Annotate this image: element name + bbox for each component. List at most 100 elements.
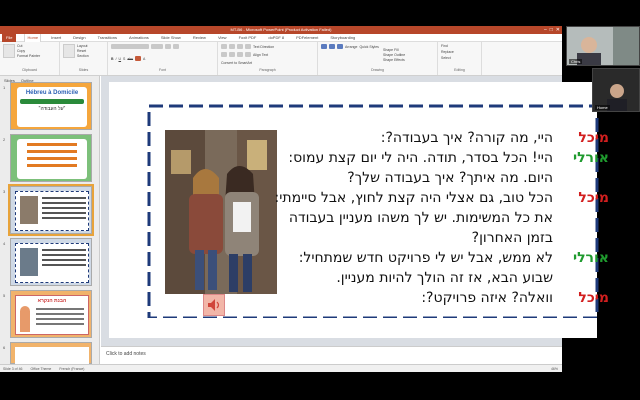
quick-styles-button[interactable]: Quick Styles <box>359 45 378 49</box>
slide-thumbnail[interactable]: 5 הבנת הנקרא <box>3 290 92 338</box>
smartart-button[interactable]: Convert to SmartArt <box>221 61 252 65</box>
align-right-icon[interactable] <box>237 52 243 58</box>
notes-pane[interactable]: Click to add notes <box>101 346 562 364</box>
tab-storyboarding[interactable]: Storyboarding <box>328 34 357 42</box>
shadow-button[interactable]: S <box>123 57 125 61</box>
grow-font-icon[interactable] <box>165 44 171 49</box>
slide-thumbnail[interactable]: 1 Hébreu à Domicile "על העבודה" <box>3 82 92 130</box>
tab-slide-show[interactable]: Slide Show <box>159 34 183 42</box>
tab-view[interactable]: View <box>216 34 229 42</box>
italic-button[interactable]: I <box>116 57 117 61</box>
tab-outline[interactable]: Outline <box>21 78 34 83</box>
tab-insert[interactable]: Insert <box>49 34 63 42</box>
new-slide-button[interactable] <box>63 44 75 58</box>
font-color-button[interactable]: A <box>143 57 145 61</box>
arrange-button[interactable]: Arrange <box>345 45 357 49</box>
slide-thumbnail-selected[interactable]: 3 <box>3 184 94 236</box>
video-tile[interactable]: Chris <box>566 26 640 66</box>
thumbnail-photo <box>20 248 38 276</box>
window-controls: – □ ✕ <box>544 26 560 34</box>
thumbnail-card <box>17 139 87 179</box>
zoom-level[interactable]: 46% <box>551 367 558 371</box>
decrease-indent-icon[interactable] <box>237 44 243 49</box>
shrink-font-icon[interactable] <box>173 44 179 49</box>
copy-button[interactable]: Copy <box>17 49 40 53</box>
shape-fill-button[interactable]: Shape Fill <box>383 48 434 52</box>
slide-thumbnail[interactable]: 6 <box>3 342 92 364</box>
thumbnail-card <box>15 243 89 283</box>
thumbnail-card: Hébreu à Domicile "על העבודה" <box>17 87 87 127</box>
speaker-audio-icon[interactable] <box>203 294 225 316</box>
tab-pdfelement[interactable]: PDFelement <box>294 34 320 42</box>
video-tile[interactable]: Home <box>592 68 640 112</box>
street-photo[interactable] <box>165 130 277 294</box>
section-button[interactable]: Section <box>77 54 89 58</box>
shapes-gallery-icon-3[interactable] <box>337 44 343 49</box>
slide-canvas[interactable]: מיכל היי, מה קורה? איך בעבודה?: אורלי הי… <box>109 82 609 338</box>
strikethrough-button[interactable]: abc <box>127 57 133 61</box>
dialog-line: בזמן האחרון? <box>281 228 609 248</box>
tab-foxit-pdf[interactable]: Foxit PDF <box>237 34 259 42</box>
tab-transitions[interactable]: Transitions <box>96 34 119 42</box>
speaker-name <box>553 168 609 188</box>
window-title: MT-B6 - Microsoft PowerPoint (Product Ac… <box>230 27 332 32</box>
align-left-icon[interactable] <box>221 52 227 58</box>
dialog-line: אורלי היי! הכל בסדר, תודה. היה לי יום קצ… <box>281 148 609 168</box>
ribbon: Cut Copy Format Painter Clipboard Layout… <box>0 42 562 76</box>
thumbnail-line <box>36 318 84 320</box>
font-name-select[interactable] <box>111 44 149 49</box>
shape-outline-button[interactable]: Shape Outline <box>383 53 434 57</box>
thumbnail-number: 2 <box>3 137 6 142</box>
tab-review[interactable]: Review <box>191 34 208 42</box>
tab-animations[interactable]: Animations <box>127 34 151 42</box>
replace-button[interactable]: Replace <box>441 50 478 54</box>
find-button[interactable]: Find <box>441 44 478 48</box>
speaker-name: אורלי <box>572 250 609 266</box>
speaker-name <box>553 228 609 248</box>
editing-group: Find Replace Select Editing <box>438 42 482 75</box>
underline-button[interactable]: U <box>119 57 122 61</box>
font-group: B I U S abc A Font <box>108 42 218 75</box>
cut-button[interactable]: Cut <box>17 44 40 48</box>
shapes-gallery-icon-2[interactable] <box>329 44 335 49</box>
slide-thumbnail[interactable]: 2 <box>3 134 92 182</box>
status-bar: Slide 3 of 46 Office Theme French (Franc… <box>0 364 562 372</box>
thumbnail-card: הבנת הנקרא <box>15 295 89 335</box>
align-text-button[interactable]: Align Text <box>253 53 268 57</box>
center-icon[interactable] <box>229 52 235 58</box>
slide-thumbnail[interactable]: 4 <box>3 238 92 286</box>
maximize-button[interactable]: □ <box>550 26 553 34</box>
close-button[interactable]: ✕ <box>556 26 560 34</box>
bullets-icon[interactable] <box>221 44 227 49</box>
select-button[interactable]: Select <box>441 56 478 60</box>
justify-icon[interactable] <box>245 52 251 58</box>
dialog-text-line: הכל טוב, גם אצלי היה קצת לחוץ, אבל סיימת… <box>274 190 553 206</box>
clipboard-group: Cut Copy Format Painter Clipboard <box>0 42 60 75</box>
reset-button[interactable]: Reset <box>77 49 89 53</box>
shapes-gallery-icon[interactable] <box>321 44 327 49</box>
two-women-illustration <box>165 130 277 294</box>
tab-file[interactable]: File <box>2 33 17 42</box>
format-painter-button[interactable]: Format Painter <box>17 54 40 58</box>
tab-home[interactable]: Home <box>24 33 42 42</box>
minimize-button[interactable]: – <box>544 26 547 34</box>
dialog-text[interactable]: מיכל היי, מה קורה? איך בעבודה?: אורלי הי… <box>275 128 609 308</box>
thumbnail-line <box>36 323 84 325</box>
tab-design[interactable]: Design <box>71 34 87 42</box>
slide-editor[interactable]: מיכל היי, מה קורה? איך בעבודה?: אורלי הי… <box>101 76 609 346</box>
language-indicator[interactable]: French (France) <box>59 367 84 371</box>
participant-name: Home <box>595 105 610 110</box>
speaker-icon <box>208 299 220 311</box>
layout-button[interactable]: Layout <box>77 44 89 48</box>
font-size-select[interactable] <box>151 44 163 49</box>
shape-effects-button[interactable]: Shape Effects <box>383 58 434 62</box>
text-direction-button[interactable]: Text Direction <box>253 45 274 49</box>
increase-indent-icon[interactable] <box>245 44 251 49</box>
bold-button[interactable]: B <box>111 57 114 61</box>
thumbnail-banner <box>20 99 84 104</box>
tab-dopdf[interactable]: doPDF 8 <box>266 34 286 42</box>
paste-button[interactable] <box>3 44 15 58</box>
numbering-icon[interactable] <box>229 44 235 49</box>
font-color-icon[interactable] <box>135 56 142 61</box>
tab-slides[interactable]: Slides <box>4 78 15 83</box>
